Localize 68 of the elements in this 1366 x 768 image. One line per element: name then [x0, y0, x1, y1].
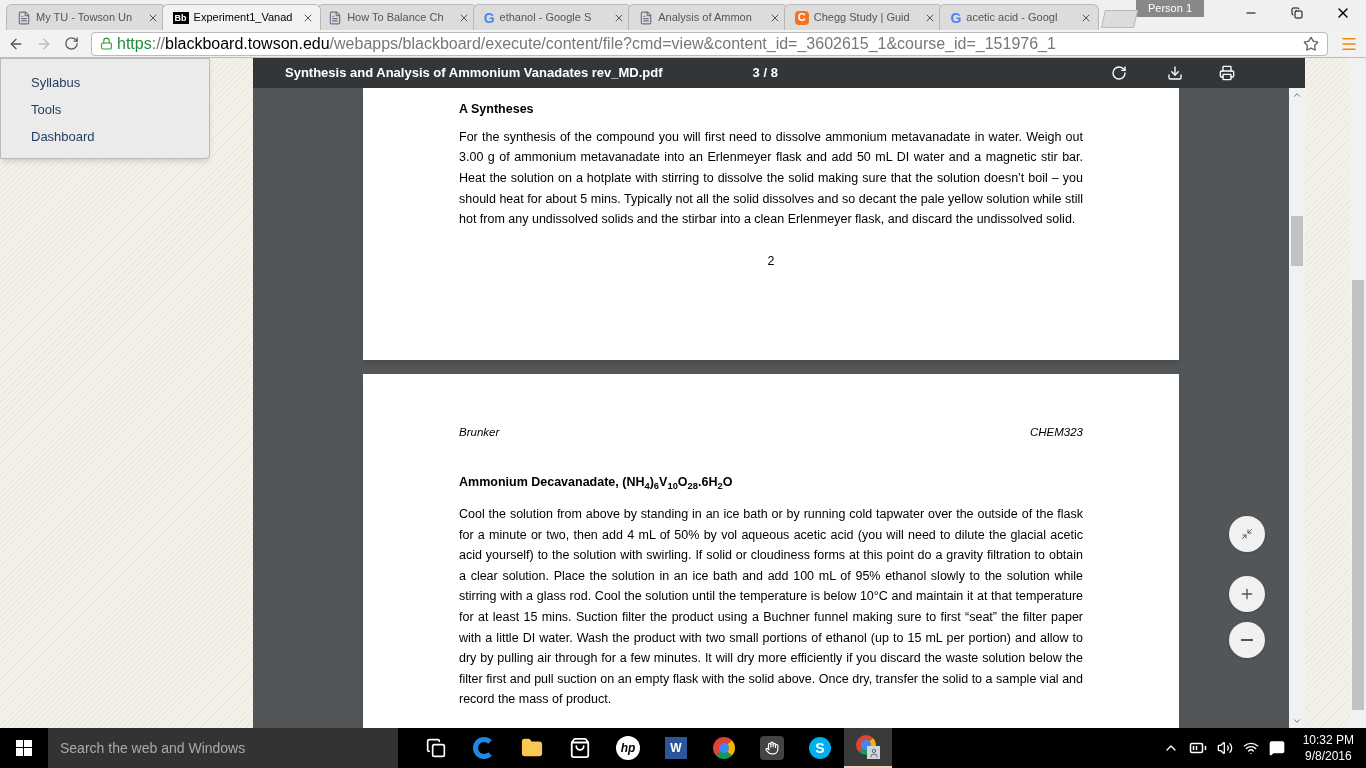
url-text: https://blackboard.towson.edu/webapps/blackboard/execute/content/file?cmd=view&content_id=_3602615_1&course_id=_151976_1 [117, 33, 1057, 54]
blackboard-logo-icon: Bb [172, 11, 189, 24]
tab-title: acetic acid - Googl [966, 10, 1059, 26]
tab-title: How To Balance Ch [347, 10, 445, 26]
bookmark-star-icon[interactable] [1303, 35, 1319, 52]
tab-title: My TU - Towson Un [36, 10, 134, 26]
task-view-icon[interactable] [426, 738, 446, 758]
lock-icon [100, 37, 113, 50]
header-text: CHEM323 [1029, 425, 1083, 440]
clock-date[interactable]: 9/8/2016 [1304, 748, 1352, 764]
scrollbar-thumb[interactable] [1291, 216, 1303, 266]
volume-icon[interactable] [1216, 740, 1233, 756]
clock-time[interactable]: 10:32 PM [1302, 732, 1354, 748]
header-text: Brunker [459, 425, 500, 440]
restore-icon [1291, 7, 1303, 19]
taskbar-item[interactable]: W [652, 728, 700, 768]
page-icon [328, 10, 343, 25]
notifications-icon[interactable] [1268, 740, 1285, 756]
shopping-bag-icon[interactable] [569, 737, 591, 759]
hp-logo-icon[interactable]: hp [616, 736, 640, 760]
zoom-out-button[interactable] [1229, 622, 1265, 658]
fit-page-button[interactable] [1229, 516, 1265, 552]
search-field[interactable]: Search the web and Windows [48, 728, 398, 768]
taskbar-item[interactable]: hp [604, 728, 652, 768]
body-paragraph: Cool the solution from above by standing in an ice bath or by running cold tapwater over the outside of the flask for a minute or two, then add 4 mL of 50% by vol aqueous acetic acid (you will need to dilute the glacial acetic acid yourself) to the solution with swirling. If solid or cloudiness forms at this point do a gravity filtration to obtain a clear solution. Place the solution in an ice bath and add 100 mL of 95% ethanol slowly to the solution while stirring with a glass rod. Cool the solution until the temperature is below 10°C and maintain it at that temperature for at least 15 mins. Suction filter the product using a Buchner funnel making sure to first “seat” the filter paper with a little DI water. Wash the product with two small portions of ethanol (up to 15 mL per portion) and allow to dry by pulling air through for a few minutes. It will dry more efficiently if you discard the waste solution below the filter first and pull suction on an empty flask with the solid above. Once dry, transfer the solid to a sample vial and record the mass of product. [459, 506, 1083, 709]
touch-app-icon[interactable] [760, 736, 784, 760]
google-logo-icon: G [950, 10, 962, 25]
browser-tab[interactable]: Bb Experiment1_Vanad [161, 4, 322, 30]
body-paragraph: For the synthesis of the compound you will first need to dissolve ammonium metavanadate in water. Weigh out 3.00 g of ammonium metavanadate into an Erlenmeyer flask and add 50 mL DI water and a magnetic stir bar. Heat the solution on a hotplate with stirring to dissolve the solid making sure that the solution doesn’t boil – you should heat for about 5 mins. Typically not all the solid dissolves and so decant the pale yellow solution while still hot from any undissolved solids and the stirbar into a clean Erlenmeyer flask, and discard the undissolved solid. [459, 128, 1083, 229]
profile-button[interactable]: Person 1 [1135, 0, 1204, 17]
tab-title: ethanol - Google S [499, 10, 593, 26]
print-icon[interactable] [1219, 65, 1235, 81]
page-icon [17, 10, 31, 25]
wifi-icon[interactable] [1242, 740, 1259, 756]
address-bar[interactable]: https://blackboard.towson.edu/webapps/blackboard/execute/content/file?cmd=view&content_id=_3602615_1&course_id=_151976_1 [91, 31, 1328, 56]
google-logo-icon: G [483, 10, 495, 25]
page-icon [639, 10, 654, 25]
reload-icon[interactable] [64, 36, 79, 51]
scrollbar[interactable] [1350, 58, 1366, 728]
tab-title: Experiment1_Vanad [193, 10, 294, 26]
plus-icon [1239, 586, 1255, 602]
zoom-in-button[interactable] [1229, 576, 1265, 612]
word-icon[interactable]: W [665, 737, 687, 759]
taskbar-item[interactable] [844, 728, 892, 768]
scroll-up-icon[interactable] [1292, 90, 1302, 100]
folder-icon[interactable] [521, 737, 543, 759]
course-menu-item[interactable]: Dashboard [1, 127, 209, 146]
course-menu-item[interactable]: Tools [1, 100, 209, 119]
chrome-profile-icon[interactable] [856, 735, 880, 759]
page-indicator: 3 / 8 [752, 64, 778, 83]
scrollbar-thumb[interactable] [1352, 280, 1364, 710]
download-icon[interactable] [1167, 65, 1183, 81]
rotate-icon[interactable] [1111, 65, 1127, 81]
chegg-logo-icon: C [794, 10, 809, 25]
tab-title: Chegg Study | Guid [813, 10, 911, 26]
windows-logo-icon[interactable] [16, 740, 32, 756]
minus-icon [1241, 639, 1253, 641]
section-heading: A Syntheses [459, 101, 535, 118]
scroll-down-icon[interactable] [1292, 716, 1302, 726]
section-heading: Ammonium Decavanadate, (NH$_{4}$)$_{6}$V$_{10}$O$_{28}$.6H$_{2}$O [459, 474, 734, 492]
page-number: 2 [767, 252, 775, 270]
tab-title: Analysis of Ammon [658, 10, 753, 26]
fit-page-icon [1241, 528, 1253, 540]
course-menu-item[interactable]: Syllabus [1, 73, 209, 92]
chrome-icon[interactable] [713, 737, 735, 759]
browser-tab[interactable]: G acetic acid - Googl [939, 4, 1099, 30]
document-title: Synthesis and Analysis of Ammonium Vanadates rev_MD.pdf [285, 64, 663, 83]
scrollbar[interactable] [1289, 88, 1305, 728]
